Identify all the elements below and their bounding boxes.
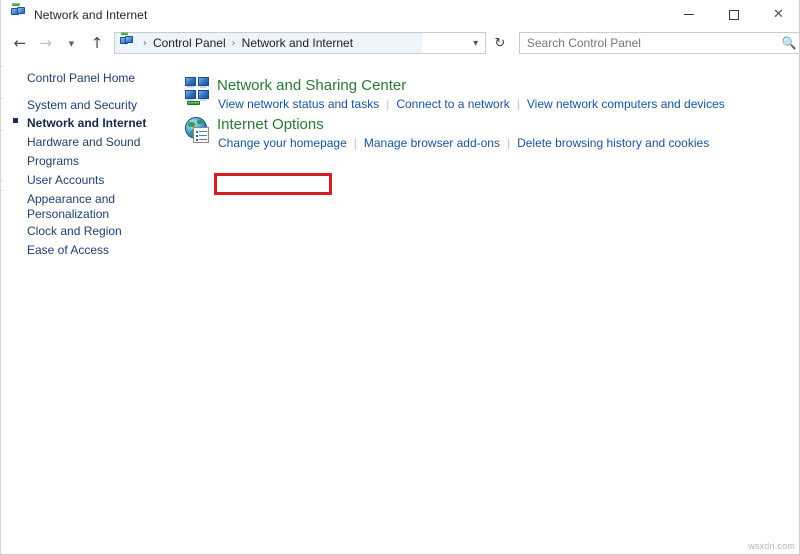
link-separator: | [353, 136, 357, 150]
sidebar-item-label: Hardware and Sound [27, 135, 141, 149]
title-bar-left: Network and Internet [1, 2, 666, 23]
control-panel-window: Network and Internet ✕ ← → ▾ ↑ › Control… [0, 0, 800, 555]
breadcrumb: › Control Panel › Network and Internet [115, 31, 353, 51]
category-list: Network and Sharing Center View network … [181, 58, 799, 554]
link-separator: | [506, 136, 511, 150]
up-arrow-icon: ↑ [90, 33, 104, 52]
link-separator: | [516, 97, 520, 111]
link-manage-browser-add-ons[interactable]: Manage browser add-ons [364, 136, 500, 151]
address-bar[interactable]: › Control Panel › Network and Internet ▾ [113, 31, 487, 54]
title-bar: Network and Internet ✕ [1, 0, 799, 29]
close-button[interactable]: ✕ [756, 0, 799, 29]
category-links: View network status and tasks | Connect … [218, 97, 725, 112]
recent-locations-button[interactable]: ▾ [58, 30, 84, 56]
back-button[interactable]: ← [7, 30, 33, 56]
minimize-button[interactable] [666, 0, 711, 29]
watermark: wsxdn.com [748, 541, 795, 551]
internet-options-icon [184, 115, 214, 145]
category-title[interactable]: Internet Options [217, 115, 324, 134]
sidebar-item-network-and-internet[interactable]: Network and Internet [27, 116, 146, 131]
sidebar-item-label: Programs [27, 154, 80, 168]
sidebar-item-label: Ease of Access [27, 243, 110, 257]
up-button[interactable]: ↑ [84, 30, 110, 56]
refresh-icon: ↻ [494, 35, 506, 51]
link-view-network-computers-and-devices[interactable]: View network computers and devices [527, 97, 725, 112]
sidebar-item-user-accounts[interactable]: User Accounts [27, 173, 104, 188]
sidebar-item-label: Clock and Region [27, 224, 122, 238]
sidebar-item-ease-of-access[interactable]: Ease of Access [27, 243, 109, 258]
sidebar-item-label: Appearance and Personalization [27, 192, 116, 221]
forward-button[interactable]: → [33, 30, 59, 56]
sidebar-item-appearance-and-personalization[interactable]: Appearance and Personalization [27, 192, 157, 222]
chevron-down-icon: ▾ [68, 36, 75, 50]
sidebar-item-clock-and-region[interactable]: Clock and Region [27, 224, 122, 239]
link-view-network-status-and-tasks[interactable]: View network status and tasks [218, 97, 379, 112]
maximize-button[interactable] [711, 0, 756, 29]
sidebar: Control Panel Home System and Security N… [1, 58, 181, 554]
breadcrumb-separator: › [231, 37, 236, 49]
back-arrow-icon: ← [13, 33, 27, 52]
search-input[interactable] [519, 32, 778, 54]
sidebar-item-programs[interactable]: Programs [27, 154, 79, 169]
chevron-down-icon[interactable]: ▾ [473, 38, 478, 49]
category-links: Change your homepage | Manage browser ad… [218, 136, 709, 151]
sidebar-item-label: User Accounts [27, 173, 105, 187]
navigation-bar: ← → ▾ ↑ › Control Panel › Network and In… [1, 29, 799, 57]
close-icon: ✕ [773, 7, 784, 22]
breadcrumb-item-control-panel[interactable]: Control Panel [153, 36, 226, 50]
sidebar-item-label: Control Panel Home [27, 71, 136, 85]
refresh-button[interactable]: ↻ [486, 32, 514, 54]
sidebar-item-label: Network and Internet [27, 116, 147, 130]
forward-arrow-icon: → [39, 33, 52, 52]
minimize-icon [683, 14, 694, 15]
window-title: Network and Internet [34, 7, 148, 22]
link-connect-to-a-network[interactable]: Connect to a network [396, 97, 509, 112]
maximize-icon [728, 9, 739, 20]
link-separator: | [386, 97, 390, 111]
category-title[interactable]: Network and Sharing Center [217, 76, 406, 95]
link-change-your-homepage[interactable]: Change your homepage [218, 136, 347, 151]
sidebar-item-hardware-and-sound[interactable]: Hardware and Sound [27, 135, 140, 150]
network-icon [11, 2, 27, 23]
network-sharing-center-icon [184, 76, 214, 106]
selected-item-bullet [13, 118, 18, 123]
breadcrumb-separator: › [142, 37, 147, 49]
search-icon[interactable]: 🔍 [778, 36, 799, 50]
breadcrumb-item-network-and-internet[interactable]: Network and Internet [242, 36, 353, 50]
search-box[interactable]: 🔍 [518, 32, 799, 54]
window-controls: ✕ [666, 0, 799, 29]
content-area: Control Panel Home System and Security N… [1, 58, 799, 554]
link-delete-browsing-history-and-cookies[interactable]: Delete browsing history and cookies [517, 136, 709, 151]
sidebar-item-system-and-security[interactable]: System and Security [27, 98, 137, 113]
sidebar-item-control-panel-home[interactable]: Control Panel Home [27, 71, 135, 86]
sidebar-item-label: System and Security [27, 98, 138, 112]
network-icon [119, 31, 135, 51]
